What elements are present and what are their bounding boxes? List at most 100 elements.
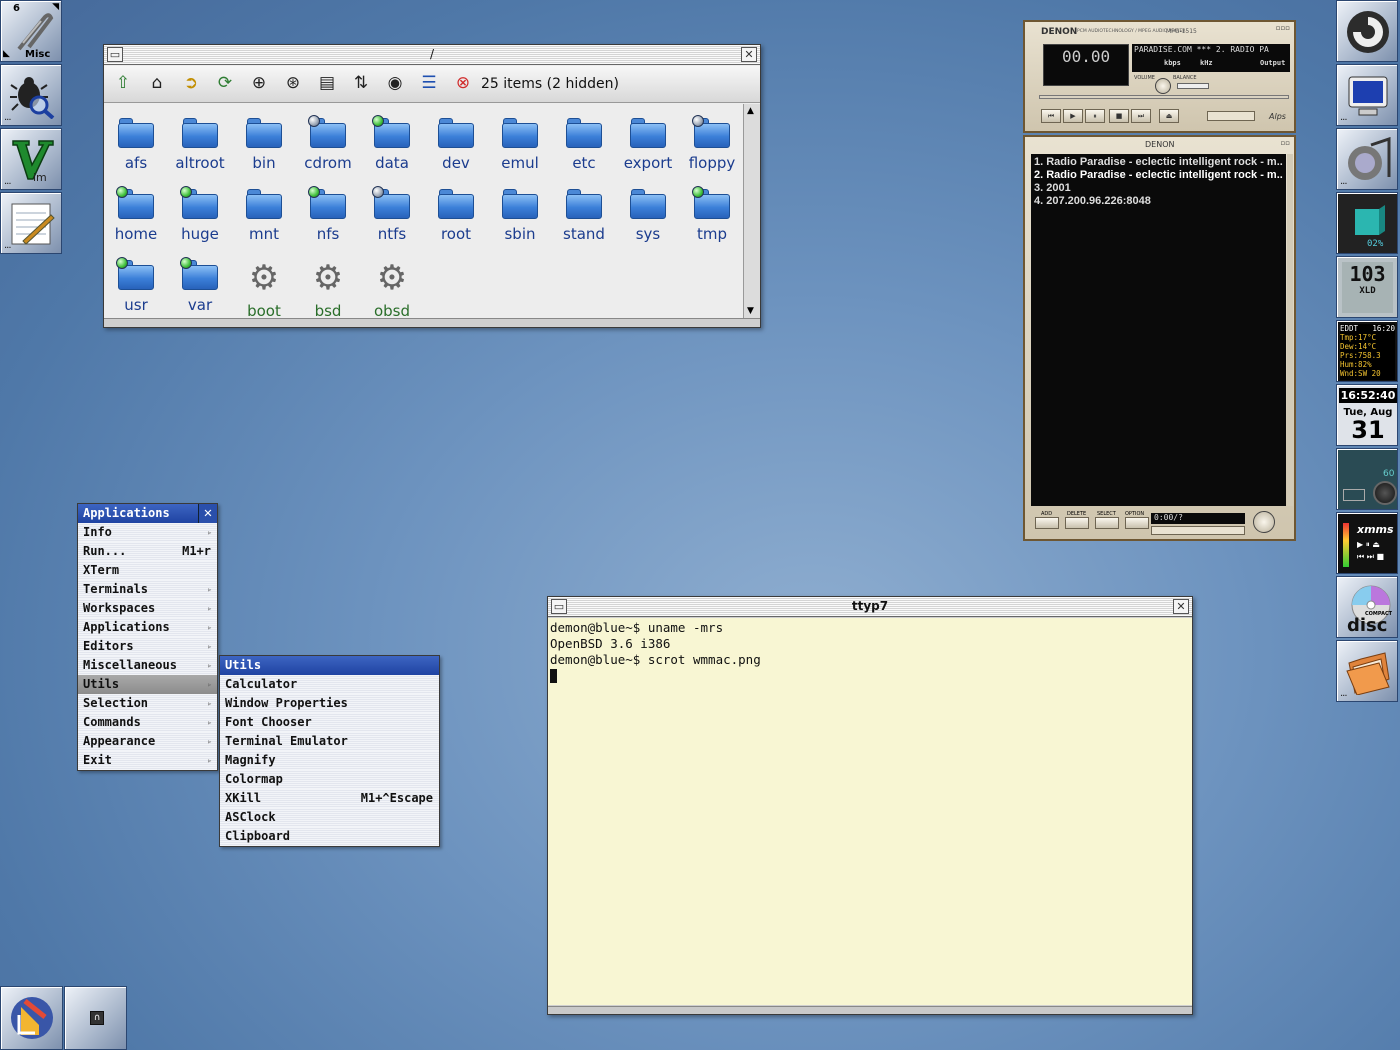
sort-icon[interactable]: ⇅ bbox=[348, 70, 374, 96]
dock-tile-cd[interactable]: COMPACT disc bbox=[1336, 576, 1398, 638]
menu-item-info[interactable]: Info ▹ bbox=[78, 523, 217, 542]
playlist-entry[interactable]: 4. 207.200.96.226:8048 bbox=[1034, 195, 1283, 208]
pl-add-button[interactable] bbox=[1035, 517, 1059, 529]
playlist[interactable]: 1. Radio Paradise - eclectic intelligent… bbox=[1031, 154, 1286, 506]
menu-item-commands[interactable]: Commands ▹ bbox=[78, 713, 217, 732]
file-item-altroot[interactable]: altroot bbox=[168, 118, 232, 172]
dock-tile-folder[interactable]: ... bbox=[1336, 640, 1398, 702]
menu-item-utils[interactable]: Utils ▹ bbox=[78, 675, 217, 694]
menu-item-terminals[interactable]: Terminals ▹ bbox=[78, 580, 217, 599]
resize-bar[interactable] bbox=[104, 318, 760, 327]
show-hidden-icon[interactable]: ◉ bbox=[382, 70, 408, 96]
refresh-icon[interactable]: ⟳ bbox=[212, 70, 238, 96]
file-item-afs[interactable]: afs bbox=[104, 118, 168, 172]
file-item-etc[interactable]: etc bbox=[552, 118, 616, 172]
volume-knob[interactable] bbox=[1155, 78, 1171, 94]
home-icon[interactable]: ⌂ bbox=[144, 70, 170, 96]
file-item-tmp[interactable]: tmp bbox=[680, 186, 744, 243]
vertical-scrollbar[interactable]: ▲ ▼ bbox=[743, 104, 760, 318]
pl-option-button[interactable] bbox=[1125, 517, 1149, 529]
help-lifebuoy-icon[interactable]: ⊗ bbox=[450, 70, 476, 96]
menu-item-workspaces[interactable]: Workspaces ▹ bbox=[78, 599, 217, 618]
menu-title[interactable]: Applications ✕ bbox=[78, 504, 217, 523]
dock-tile-clock[interactable]: 16:52:40 Tue, Aug 31 bbox=[1336, 384, 1398, 446]
playlist-entry[interactable]: 2. Radio Paradise - eclectic intelligent… bbox=[1034, 169, 1283, 182]
menu-item-selection[interactable]: Selection ▹ bbox=[78, 694, 217, 713]
dock-tile-misc[interactable]: 6 Misc ◣ ◥ bbox=[0, 0, 62, 62]
file-item-floppy[interactable]: floppy bbox=[680, 115, 744, 172]
dock-tile-mixer[interactable]: 60 bbox=[1336, 448, 1398, 510]
playlist-scrollbar[interactable] bbox=[1287, 154, 1293, 506]
file-item-boot[interactable]: ⚙ boot bbox=[232, 260, 296, 320]
dock-tile-cpu[interactable]: 02% bbox=[1336, 192, 1398, 254]
menu-item-xterm[interactable]: XTerm bbox=[78, 561, 217, 580]
pl-select-button[interactable] bbox=[1095, 517, 1119, 529]
dock-tile-monitor[interactable]: ... bbox=[1336, 64, 1398, 126]
utils-item-asclock[interactable]: ASClock bbox=[220, 808, 439, 827]
utils-item-font-chooser[interactable]: Font Chooser bbox=[220, 713, 439, 732]
file-item-huge[interactable]: huge bbox=[168, 186, 232, 243]
zoom-in-icon[interactable]: ⊕ bbox=[246, 70, 272, 96]
file-item-sys[interactable]: sys bbox=[616, 189, 680, 243]
file-item-var[interactable]: var bbox=[168, 257, 232, 314]
next-button[interactable]: ⏭ bbox=[1131, 109, 1151, 123]
file-item-dev[interactable]: dev bbox=[424, 118, 488, 172]
mixer-slider[interactable] bbox=[1343, 489, 1365, 501]
menu-item-editors[interactable]: Editors ▹ bbox=[78, 637, 217, 656]
playlist-entry[interactable]: 1. Radio Paradise - eclectic intelligent… bbox=[1034, 156, 1283, 169]
resize-bar[interactable] bbox=[548, 1006, 1192, 1014]
list-view-icon[interactable]: ☰ bbox=[416, 70, 442, 96]
file-manager-titlebar[interactable]: ▭ / ✕ bbox=[104, 45, 760, 65]
dock-tile-xmms[interactable]: xmms ▶ ⏸ ⏏ ⏮ ⏭ ■ bbox=[1336, 512, 1398, 574]
pl-volume-knob[interactable] bbox=[1253, 511, 1275, 533]
menu-item-miscellaneous[interactable]: Miscellaneous ▹ bbox=[78, 656, 217, 675]
close-button[interactable]: ✕ bbox=[741, 47, 757, 62]
dock-tile-bug[interactable]: ... bbox=[0, 64, 62, 126]
file-item-obsd[interactable]: ⚙ obsd bbox=[360, 260, 424, 320]
previous-button[interactable]: ⏮ bbox=[1041, 109, 1061, 123]
play-button[interactable]: ▶ bbox=[1063, 109, 1083, 123]
file-item-nfs[interactable]: nfs bbox=[296, 186, 360, 243]
file-item-root[interactable]: root bbox=[424, 189, 488, 243]
dock-tile-gimp-logo[interactable] bbox=[1336, 0, 1398, 62]
utils-item-window-properties[interactable]: Window Properties bbox=[220, 694, 439, 713]
file-item-sbin[interactable]: sbin bbox=[488, 189, 552, 243]
dock-tile-sound[interactable]: ... bbox=[1336, 128, 1398, 190]
forward-folder-icon[interactable]: ➲ bbox=[178, 70, 204, 96]
file-item-cdrom[interactable]: cdrom bbox=[296, 115, 360, 172]
pause-button[interactable]: ⏸ bbox=[1085, 109, 1105, 123]
scroll-up-icon[interactable]: ▲ bbox=[747, 106, 754, 116]
pl-mini-controls[interactable] bbox=[1151, 526, 1245, 535]
utils-item-colormap[interactable]: Colormap bbox=[220, 770, 439, 789]
dock-tile-vim[interactable]: im ... bbox=[0, 128, 62, 190]
dock-tile-weather[interactable]: EDDT 16:20 Tmp:17°C Dew:14°C Prs:758.3 H… bbox=[1336, 320, 1398, 382]
utils-item-magnify[interactable]: Magnify bbox=[220, 751, 439, 770]
shuffle-repeat-buttons[interactable] bbox=[1207, 111, 1255, 121]
mixer-knob[interactable] bbox=[1373, 481, 1397, 505]
file-item-home[interactable]: home bbox=[104, 186, 168, 243]
close-menu-button[interactable]: ✕ bbox=[198, 504, 217, 523]
dock-tile-wmaker[interactable] bbox=[0, 986, 63, 1050]
file-item-bsd[interactable]: ⚙ bsd bbox=[296, 260, 360, 320]
up-arrow-icon[interactable]: ⇧ bbox=[110, 70, 136, 96]
details-view-icon[interactable]: ▤ bbox=[314, 70, 340, 96]
file-item-ntfs[interactable]: ntfs bbox=[360, 186, 424, 243]
playlist-entry[interactable]: 3. 2001 bbox=[1034, 182, 1283, 195]
file-item-emul[interactable]: emul bbox=[488, 118, 552, 172]
eject-button[interactable]: ⏏ bbox=[1159, 109, 1179, 123]
file-item-data[interactable]: data bbox=[360, 115, 424, 172]
menu-item-run[interactable]: Run... M1+r bbox=[78, 542, 217, 561]
stop-button[interactable]: ■ bbox=[1109, 109, 1129, 123]
utils-item-calculator[interactable]: Calculator bbox=[220, 675, 439, 694]
utils-item-xkill[interactable]: XKill M1+^Escape bbox=[220, 789, 439, 808]
scroll-down-icon[interactable]: ▼ bbox=[747, 306, 754, 316]
seek-bar[interactable] bbox=[1039, 95, 1289, 99]
submenu-title[interactable]: Utils bbox=[220, 656, 439, 675]
terminal-output[interactable]: demon@blue~$ uname -mrs OpenBSD 3.6 i386… bbox=[548, 618, 1192, 1005]
terminal-titlebar[interactable]: ▭ ttyp7 ✕ bbox=[548, 597, 1192, 617]
file-item-mnt[interactable]: mnt bbox=[232, 189, 296, 243]
dock-tile-load[interactable]: 103 XLD bbox=[1336, 256, 1398, 318]
file-item-stand[interactable]: stand bbox=[552, 189, 616, 243]
file-item-export[interactable]: export bbox=[616, 118, 680, 172]
balance-slider[interactable] bbox=[1177, 83, 1209, 89]
